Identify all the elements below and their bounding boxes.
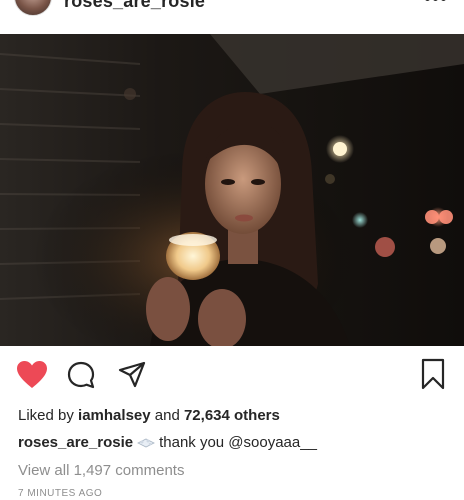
liker-username[interactable]: iamhalsey	[78, 407, 151, 424]
likes-connector: and	[154, 407, 180, 424]
post-header: roses_are_rosie •••	[0, 0, 464, 34]
likes-summary[interactable]: Liked by iamhalsey and 72,634 others	[18, 407, 280, 424]
more-options-icon[interactable]: •••	[424, 0, 448, 11]
bookmark-icon[interactable]	[420, 358, 446, 395]
likes-count[interactable]: 72,634 others	[184, 407, 280, 424]
share-icon[interactable]	[117, 360, 147, 395]
post-username[interactable]: roses_are_rosie	[64, 0, 205, 12]
avatar[interactable]	[14, 0, 52, 16]
likes-prefix: Liked by	[18, 407, 74, 424]
caption-username[interactable]: roses_are_rosie	[18, 434, 133, 451]
post-timestamp: 7 MINUTES AGO	[18, 488, 103, 499]
caption-text: thank you @sooyaaa__	[159, 434, 317, 451]
bouquet-emoji-icon	[137, 436, 155, 448]
post-actions	[0, 356, 464, 396]
heart-icon[interactable]	[16, 360, 48, 395]
post-photo[interactable]	[0, 34, 464, 346]
comment-icon[interactable]	[66, 360, 96, 395]
post-caption: roses_are_rosie thank you @sooyaaa__	[18, 434, 317, 451]
view-all-comments-link[interactable]: View all 1,497 comments	[18, 462, 184, 479]
